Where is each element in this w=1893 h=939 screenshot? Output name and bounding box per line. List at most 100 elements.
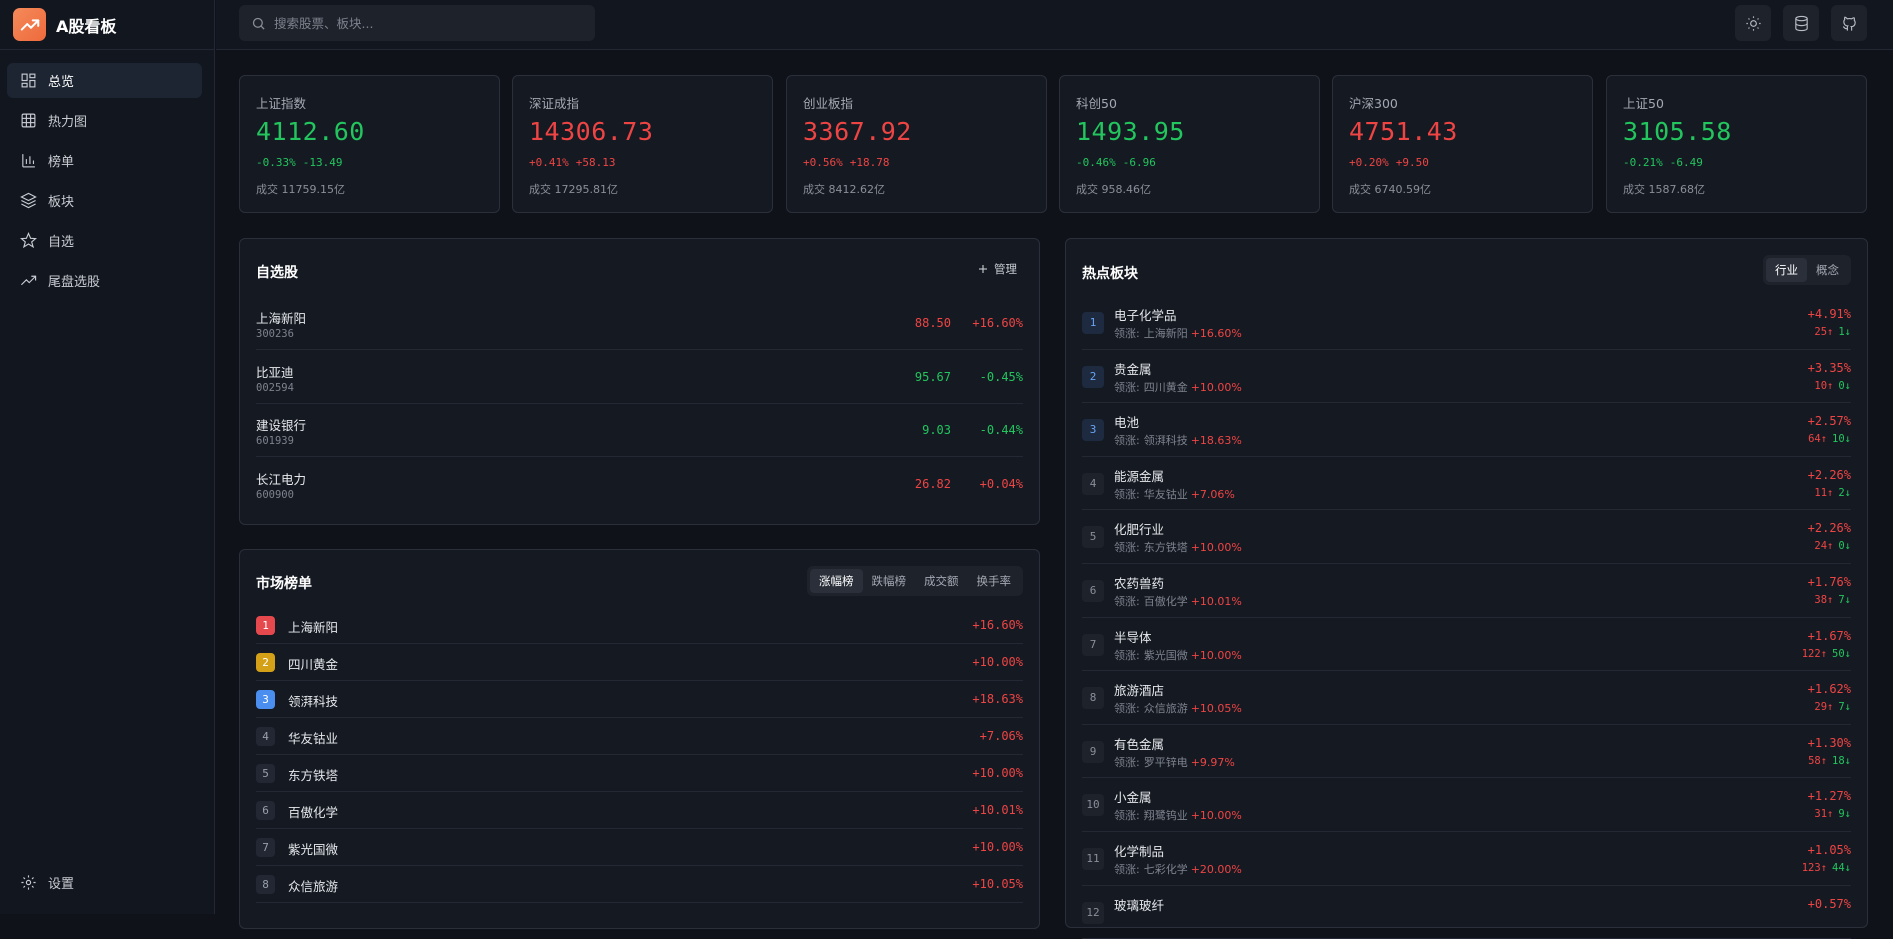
leader-prefix: 领涨: xyxy=(1114,702,1140,716)
sector-row[interactable]: 8 旅游酒店 领涨: 众信旅游 +10.05% +1.62% 29↑ 7↓ xyxy=(1082,671,1851,725)
index-card[interactable]: 深证成指 14306.73 +0.41% +58.13 成交 17295.81亿 xyxy=(512,75,773,213)
index-card[interactable]: 科创50 1493.95 -0.46% -6.96 成交 958.46亿 xyxy=(1059,75,1320,213)
index-name: 沪深300 xyxy=(1349,96,1398,111)
watchlist-row[interactable]: 长江电力 600900 26.82 +0.04% xyxy=(256,458,1023,511)
ranking-row[interactable]: 5 东方铁塔 +10.00% xyxy=(256,755,1023,792)
sector-name: 电子化学品 xyxy=(1114,308,1177,323)
index-name: 创业板指 xyxy=(803,96,854,111)
sector-up-count: 58↑ xyxy=(1808,754,1828,767)
nav-label: 自选 xyxy=(48,235,75,250)
watchlist-row[interactable]: 建设银行 601939 9.03 -0.44% xyxy=(256,404,1023,457)
ranking-row[interactable]: 7 紫光国微 +10.00% xyxy=(256,829,1023,866)
sector-leader: 领涨: 华友钴业 +7.06% xyxy=(1114,486,1235,502)
trending-up-icon xyxy=(21,275,37,286)
index-card[interactable]: 创业板指 3367.92 +0.56% +18.78 成交 8412.62亿 xyxy=(786,75,1047,213)
leader-name: 众信旅游 xyxy=(1143,702,1188,716)
nav-item-overview[interactable]: 总览 xyxy=(7,63,202,98)
nav-item-watchlist[interactable]: 自选 xyxy=(7,223,202,258)
sector-row[interactable]: 2 贵金属 领涨: 四川黄金 +10.00% +3.35% 10↑ 0↓ xyxy=(1082,350,1851,404)
sector-leader: 领涨: 紫光国微 +10.00% xyxy=(1114,647,1242,663)
sector-row[interactable]: 6 农药兽药 领涨: 百傲化学 +10.01% +1.76% 38↑ 7↓ xyxy=(1082,564,1851,618)
sector-rank-badge: 12 xyxy=(1082,901,1104,924)
leader-prefix: 领涨: xyxy=(1114,863,1140,876)
search-input[interactable] xyxy=(274,15,574,31)
tab-concept[interactable]: 概念 xyxy=(1807,258,1848,282)
tab-gainers[interactable]: 涨幅榜 xyxy=(810,569,863,593)
ranking-row[interactable]: 3 领湃科技 +18.63% xyxy=(256,681,1023,718)
sector-leader: 领涨: 四川黄金 +10.00% xyxy=(1114,379,1242,395)
sector-down-count: 2↓ xyxy=(1838,486,1851,499)
sector-name: 小金属 xyxy=(1114,790,1152,806)
stock-code: 300236 xyxy=(256,328,294,340)
sector-change-pct: +2.26% xyxy=(1807,467,1851,482)
index-value: 4112.60 xyxy=(256,117,365,146)
nav-label: 尾盘选股 xyxy=(48,275,101,290)
nav-item-sectors[interactable]: 板块 xyxy=(7,183,202,218)
nav-item-rankings[interactable]: 榜单 xyxy=(7,143,202,178)
sector-up-count: 24↑ xyxy=(1814,540,1834,553)
data-source-button[interactable] xyxy=(1783,5,1819,41)
index-change: -0.33% -13.49 xyxy=(256,156,343,169)
manage-button[interactable]: 管理 xyxy=(977,261,1017,277)
index-name: 上证50 xyxy=(1623,96,1664,111)
index-card[interactable]: 上证50 3105.58 -0.21% -6.49 成交 1587.68亿 xyxy=(1606,75,1867,213)
sector-row[interactable]: 1 电子化学品 领涨: 上海新阳 +16.60% +4.91% 25↑ 1↓ xyxy=(1082,296,1851,350)
sector-name: 半导体 xyxy=(1114,629,1152,645)
leader-prefix: 领涨: xyxy=(1114,434,1140,448)
theme-toggle-button[interactable] xyxy=(1735,5,1771,41)
sector-row[interactable]: 9 有色金属 领涨: 罗平锌电 +9.97% +1.30% 58↑ 18↓ xyxy=(1082,725,1851,779)
leader-name: 东方铁塔 xyxy=(1143,541,1188,555)
sector-row[interactable]: 12 玻璃玻纤 +0.57% xyxy=(1082,886,1851,939)
sector-leader: 领涨: 罗平锌电 +9.97% xyxy=(1114,754,1235,770)
nav-item-settings[interactable]: 设置 xyxy=(7,865,202,900)
sector-breadth: 31↑ 9↓ xyxy=(1814,808,1851,820)
ranking-panel: 市场榜单 涨幅榜 跌幅榜 成交额 换手率 1 上海新阳 +16.60% 2 四川黄金 +1… xyxy=(239,549,1040,929)
search-box[interactable] xyxy=(239,5,595,41)
watchlist-row[interactable]: 比亚迪 002594 95.67 -0.45% xyxy=(256,351,1023,404)
tab-losers[interactable]: 跌幅榜 xyxy=(863,569,916,593)
sector-rank-badge: 10 xyxy=(1082,794,1104,817)
search-icon xyxy=(252,17,265,30)
nav-item-closing-picks[interactable]: 尾盘选股 xyxy=(7,263,202,298)
sector-row[interactable]: 10 小金属 领涨: 翔鹭钨业 +10.00% +1.27% 31↑ 9↓ xyxy=(1082,778,1851,832)
tab-turnover-rate[interactable]: 换手率 xyxy=(968,569,1021,593)
app-title: A股看板 xyxy=(56,16,117,36)
leader-prefix: 领涨: xyxy=(1114,648,1140,662)
stock-name: 紫光国微 xyxy=(288,842,339,857)
leader-change-pct: +10.01% xyxy=(1190,595,1242,608)
nav-item-heatmap[interactable]: 热力图 xyxy=(7,103,202,138)
tab-industry[interactable]: 行业 xyxy=(1766,258,1807,282)
sector-row[interactable]: 4 能源金属 领涨: 华友钴业 +7.06% +2.26% 11↑ 2↓ xyxy=(1082,457,1851,511)
sector-row[interactable]: 11 化学制品 领涨: 七彩化学 +20.00% +1.05% 123↑ 44↓ xyxy=(1082,832,1851,886)
sector-name: 旅游酒店 xyxy=(1114,683,1165,699)
ranking-row[interactable]: 8 众信旅游 +10.05% xyxy=(256,866,1023,903)
sector-breadth: 25↑ 1↓ xyxy=(1814,326,1851,338)
stock-price: 26.82 xyxy=(914,476,951,491)
sector-change-pct: +1.30% xyxy=(1807,735,1851,750)
leader-prefix: 领涨: xyxy=(1114,487,1140,501)
ranking-row[interactable]: 6 百傲化学 +10.01% xyxy=(256,792,1023,829)
ranking-row[interactable]: 1 上海新阳 +16.60% xyxy=(256,607,1023,644)
sector-rank-badge: 9 xyxy=(1082,740,1104,763)
sector-leader: 领涨: 众信旅游 +10.05% xyxy=(1114,700,1242,716)
sector-leader: 领涨: 领湃科技 +18.63% xyxy=(1114,432,1242,448)
layers-icon xyxy=(20,192,37,209)
index-card[interactable]: 沪深300 4751.43 +0.20% +9.50 成交 6740.59亿 xyxy=(1332,75,1593,213)
watchlist-row[interactable]: 上海新阳 300236 88.50 +16.60% xyxy=(256,297,1023,350)
sector-row[interactable]: 5 化肥行业 领涨: 东方铁塔 +10.00% +2.26% 24↑ 0↓ xyxy=(1082,510,1851,564)
sector-down-count: 0↓ xyxy=(1838,379,1851,392)
ranking-row[interactable]: 4 华友钴业 +7.06% xyxy=(256,718,1023,755)
tab-turnover-amount[interactable]: 成交额 xyxy=(915,569,968,593)
index-card[interactable]: 上证指数 4112.60 -0.33% -13.49 成交 11759.15亿 xyxy=(239,75,500,213)
github-button[interactable] xyxy=(1831,5,1867,41)
sector-row[interactable]: 3 电池 领涨: 领湃科技 +18.63% +2.57% 64↑ 10↓ xyxy=(1082,403,1851,457)
sector-row[interactable]: 7 半导体 领涨: 紫光国微 +10.00% +1.67% 122↑ 50↓ xyxy=(1082,618,1851,672)
sector-breadth: 38↑ 7↓ xyxy=(1814,594,1851,606)
sector-breadth: 122↑ 50↓ xyxy=(1802,648,1851,660)
leader-change-pct: +20.00% xyxy=(1190,863,1242,876)
leader-change-pct: +10.00% xyxy=(1190,809,1242,823)
ranking-row[interactable]: 2 四川黄金 +10.00% xyxy=(256,644,1023,681)
stock-name: 四川黄金 xyxy=(288,657,339,672)
stock-code: 600900 xyxy=(256,488,294,501)
manage-label: 管理 xyxy=(994,262,1017,276)
